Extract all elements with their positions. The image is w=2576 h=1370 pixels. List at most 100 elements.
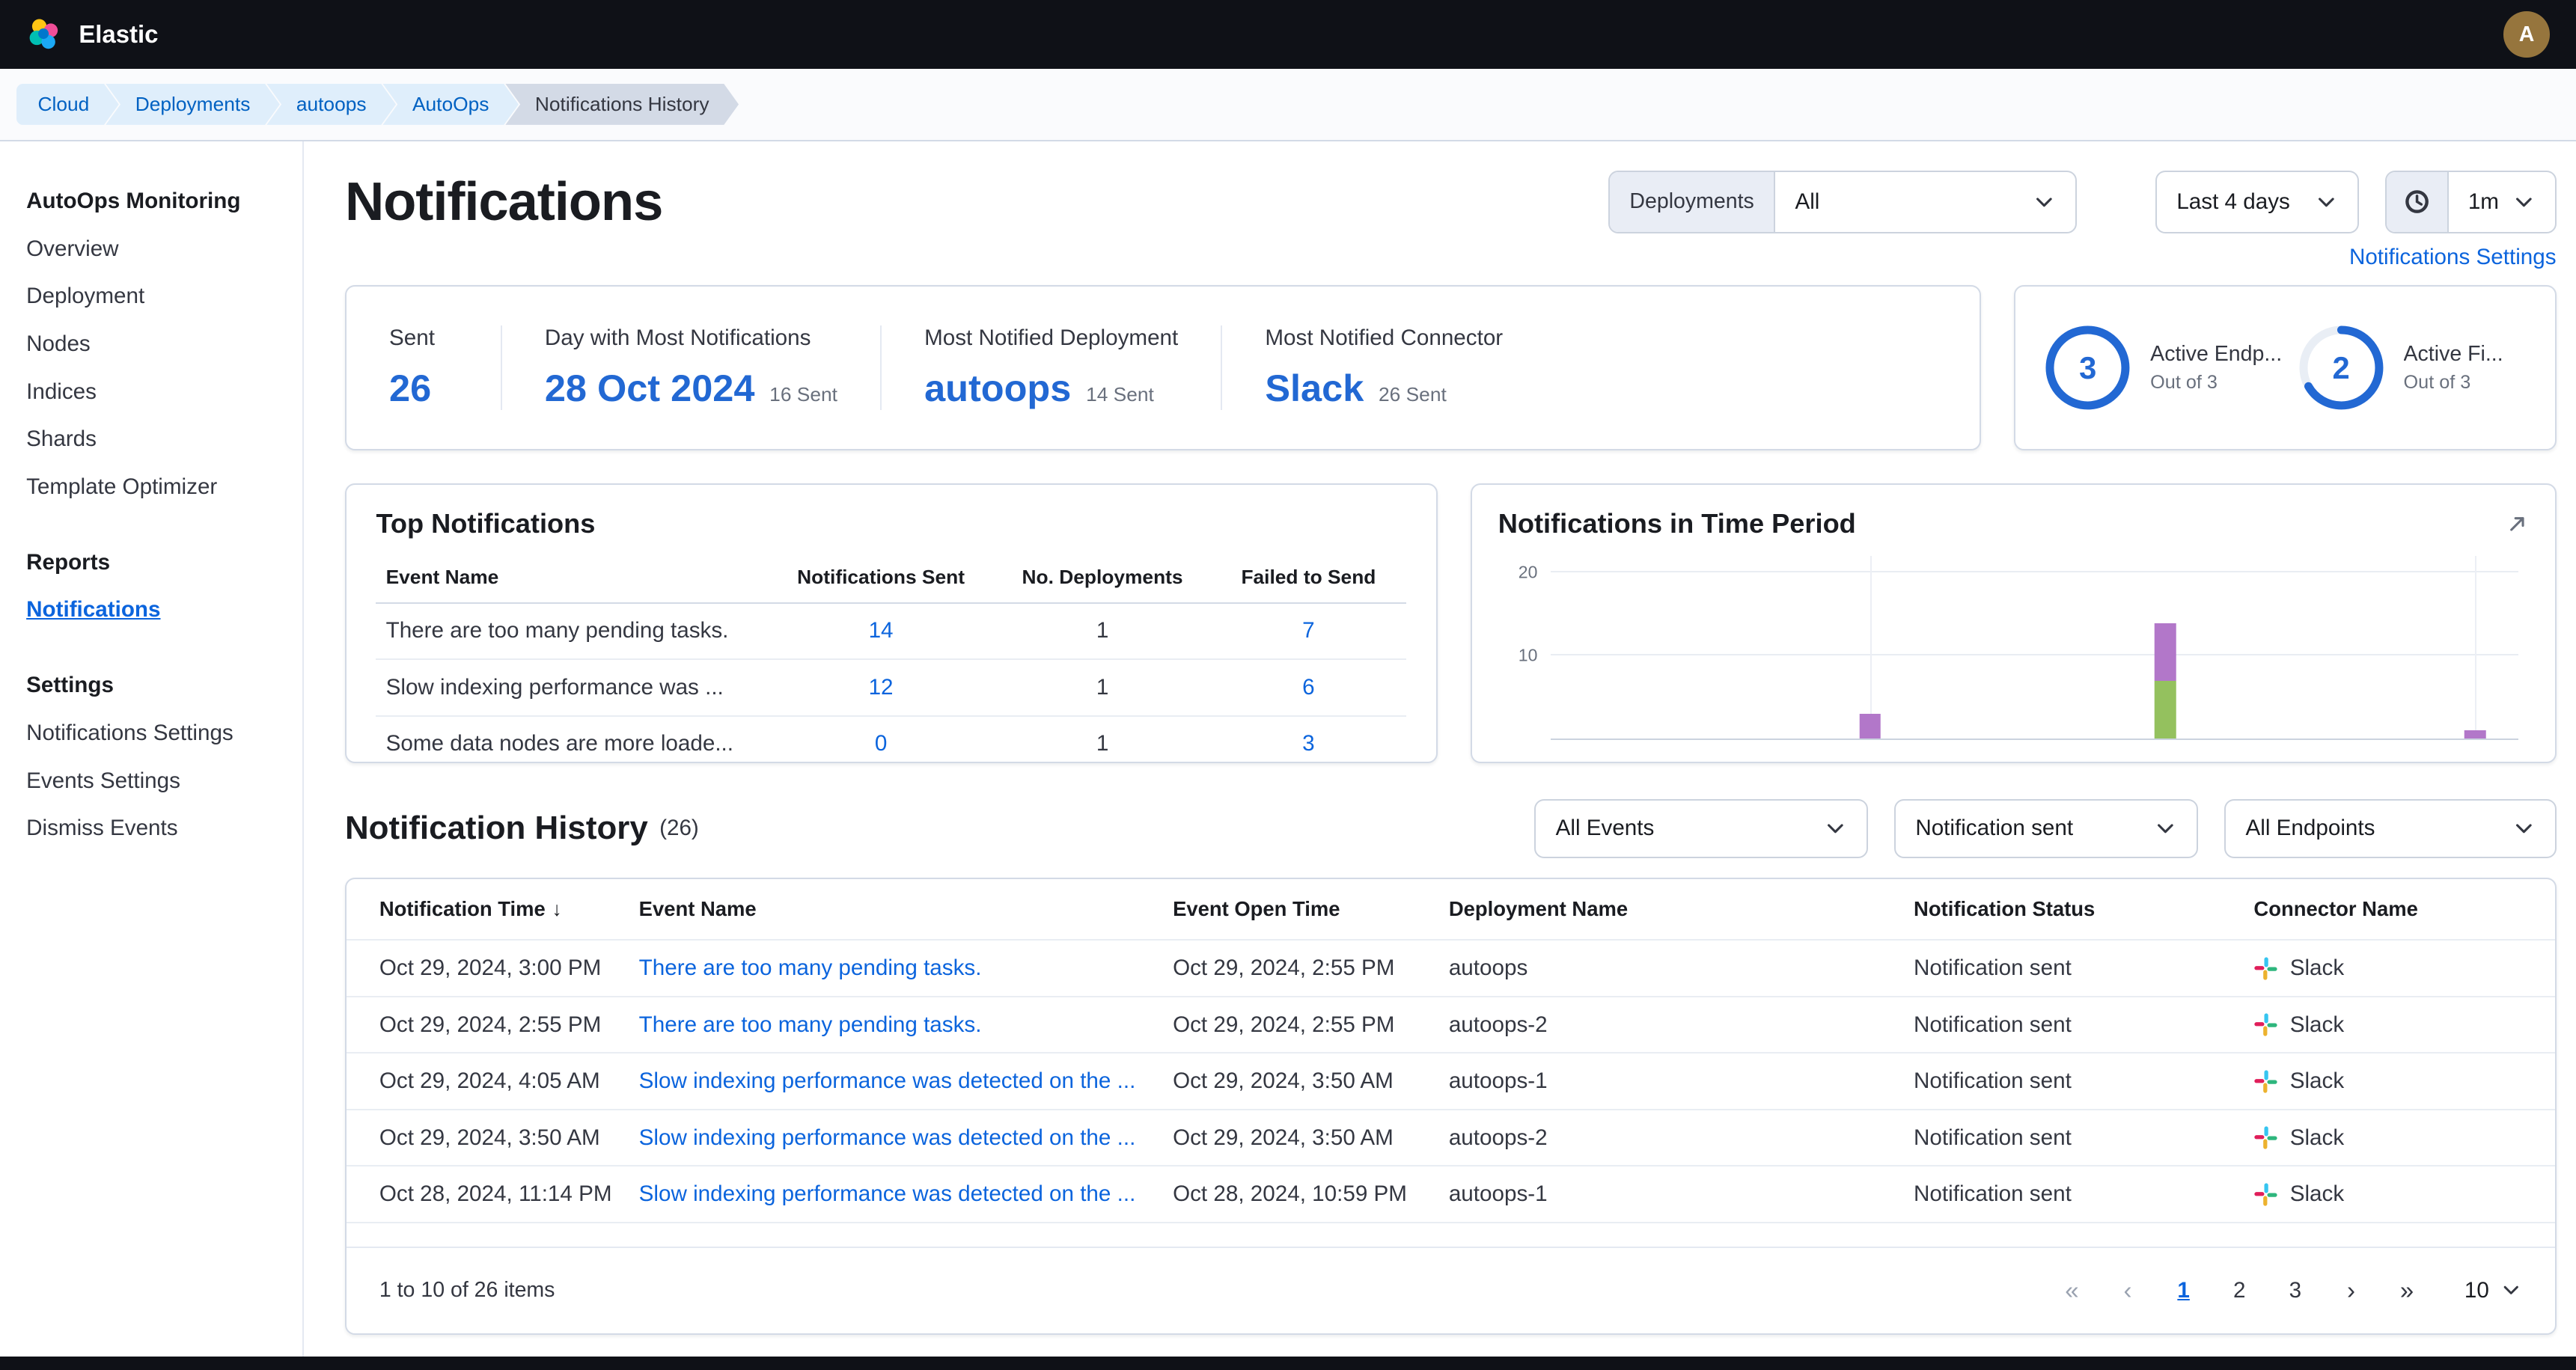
notification-status-cell: Notification sent [1900,1053,2240,1110]
sidebar-section-reports: Reports Notifications [26,539,276,634]
last-page-button[interactable]: » [2382,1266,2432,1315]
deployments-scope-control: Deployments All [1608,171,2077,233]
sidebar-item-template-optimizer[interactable]: Template Optimizer [26,463,276,511]
next-page-button[interactable]: › [2327,1266,2376,1315]
sidebar-item-nodes[interactable]: Nodes [26,320,276,368]
failed-to-send-link[interactable]: 3 [1302,731,1314,756]
chevron-down-icon [2500,1279,2522,1301]
endpoints-filter-select[interactable]: All Endpoints [2224,799,2556,858]
gauge-value: 2 [2295,322,2387,414]
page-button-2[interactable]: 2 [2215,1266,2264,1315]
column-header-event-open-time[interactable]: Event Open Time [1160,879,1436,940]
stat-connector-label: Most Notified Connector [1265,325,1503,351]
top-notifications-panel: Top Notifications Event Name Notificatio… [345,483,1438,762]
sidebar-heading-autoops-monitoring: AutoOps Monitoring [26,177,276,225]
breadcrumb-autoops[interactable]: AutoOps [382,84,518,125]
active-connectors-panel: 3 Active Endp... Out of 3 [2014,285,2556,451]
sidebar-item-deployment[interactable]: Deployment [26,272,276,320]
stat-connector-value: Slack [1265,366,1364,410]
table-row: Oct 29, 2024, 4:05 AM Slow indexing perf… [347,1053,2555,1110]
slack-icon [2253,1069,2278,1094]
sidebar-item-overview[interactable]: Overview [26,225,276,273]
deployments-scope-label[interactable]: Deployments [1610,172,1775,231]
gauge-active-endpoints: 3 Active Endp... Out of 3 [2042,322,2282,414]
events-filter-select[interactable]: All Events [1534,799,1868,858]
user-avatar[interactable]: A [2503,11,2549,57]
event-name-link[interactable]: Slow indexing performance was detected o… [639,1068,1136,1093]
chevron-down-icon [2315,191,2338,214]
page-button-3[interactable]: 3 [2271,1266,2320,1315]
column-header-notifications-sent[interactable]: Notifications Sent [768,553,995,603]
event-name-link[interactable]: There are too many pending tasks. [639,1012,982,1037]
previous-page-button[interactable]: ‹ [2103,1266,2152,1315]
stat-day-most-notifications: Day with Most Notifications 28 Oct 2024 … [501,325,880,410]
main-content: Notifications Deployments All Last 4 day… [304,141,2576,1357]
expand-chart-button[interactable] [2506,513,2529,536]
elastic-logo-icon[interactable] [26,16,62,52]
column-header-event-name[interactable]: Event Name [626,879,1159,940]
breadcrumb-deployments[interactable]: Deployments [106,84,280,125]
deployments-scope-value: All [1795,189,1819,215]
history-count: (26) [659,816,699,841]
chart-bar-segment-purple [2464,730,2486,738]
sidebar-item-shards[interactable]: Shards [26,415,276,463]
table-row: Slow indexing performance was ... 12 1 6 [376,659,1406,716]
sidebar-item-dismiss-events[interactable]: Dismiss Events [26,805,276,853]
table-row: Oct 29, 2024, 3:00 PM There are too many… [347,940,2555,997]
notifications-settings-link[interactable]: Notifications Settings [2349,245,2557,270]
column-header-event-name[interactable]: Event Name [376,553,767,603]
column-header-no-deployments[interactable]: No. Deployments [995,553,1211,603]
chart-plot: 1020 [1551,556,2518,740]
breadcrumb-cloud[interactable]: Cloud [16,84,119,125]
column-header-notification-time[interactable]: Notification Time↓ [347,879,626,940]
event-name-link[interactable]: Slow indexing performance was detected o… [639,1125,1136,1150]
sidebar-item-notifications[interactable]: Notifications [26,587,276,634]
page-size-select[interactable]: 10 [2464,1278,2522,1303]
event-name-link[interactable]: There are too many pending tasks. [639,955,982,980]
y-axis-tick-label: 10 [1505,646,1538,666]
event-name-cell: Some data nodes are more loade... [376,716,767,763]
sidebar-item-events-settings[interactable]: Events Settings [26,757,276,805]
toolbar: Deployments All Last 4 days [1608,171,2557,233]
time-range-select[interactable]: Last 4 days [2155,171,2359,233]
sort-descending-icon: ↓ [552,898,562,920]
first-page-button[interactable]: « [2047,1266,2096,1315]
auto-refresh-icon[interactable] [2387,172,2448,231]
status-filter-select[interactable]: Notification sent [1894,799,2198,858]
top-header: Elastic A [0,0,2576,69]
sidebar-item-notifications-settings[interactable]: Notifications Settings [26,709,276,757]
stat-connector-sub: 26 Sent [1379,383,1447,406]
chart-bar-segment-purple [1860,714,1881,738]
deployments-scope-select[interactable]: All [1775,172,2075,231]
chart-title: Notifications in Time Period [1498,508,1856,539]
breadcrumb-autoops-deployment[interactable]: autoops [266,84,396,125]
chevron-down-icon [2033,191,2056,214]
notifications-sent-link[interactable]: 0 [875,731,887,756]
stat-deployment-label: Most Notified Deployment [924,325,1178,351]
failed-to-send-link[interactable]: 7 [1302,618,1314,643]
deployment-name-cell: autoops-1 [1435,1166,1900,1223]
notification-time-cell: Oct 29, 2024, 3:00 PM [347,940,626,997]
column-header-deployment-name[interactable]: Deployment Name [1435,879,1900,940]
refresh-interval-select[interactable]: 1m [2449,172,2555,231]
notifications-sent-link[interactable]: 14 [869,618,894,643]
stat-deployment-value: autoops [924,366,1071,410]
stat-most-notified-connector: Most Notified Connector Slack 26 Sent [1221,325,1545,410]
endpoints-filter-value: All Endpoints [2246,816,2375,841]
event-name-link[interactable]: Slow indexing performance was detected o… [639,1181,1136,1206]
chevron-down-icon [2154,817,2177,840]
failed-to-send-link[interactable]: 6 [1302,675,1314,700]
auto-refresh-control: 1m [2385,171,2556,233]
connector-name: Slack [2290,1012,2344,1038]
sidebar-heading-reports: Reports [26,539,276,587]
chart-bar [2155,623,2176,738]
column-header-connector-name[interactable]: Connector Name [2241,879,2555,940]
top-notifications-table: Event Name Notifications Sent No. Deploy… [376,553,1406,763]
column-header-failed-to-send[interactable]: Failed to Send [1211,553,1407,603]
chevron-down-icon [2512,817,2536,840]
column-header-notification-status[interactable]: Notification Status [1900,879,2240,940]
sidebar-item-indices[interactable]: Indices [26,368,276,416]
notifications-sent-link[interactable]: 12 [869,675,894,700]
page-button-1[interactable]: 1 [2159,1266,2209,1315]
event-open-time-cell: Oct 29, 2024, 3:50 AM [1160,1053,1436,1110]
